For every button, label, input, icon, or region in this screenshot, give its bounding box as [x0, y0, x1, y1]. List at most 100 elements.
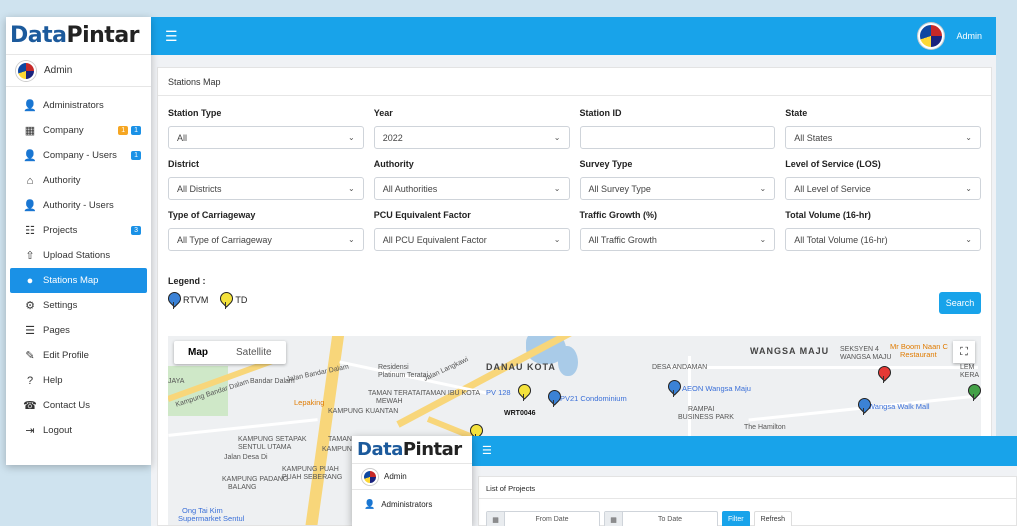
sidebar-item-administrators[interactable]: 👤 Administrators [10, 93, 147, 118]
filter-traffic-growth: Traffic Growth (%) All Traffic Growth ⌄ [579, 210, 776, 251]
map-label: Platinum Teratai [378, 372, 429, 379]
sidebar-user[interactable]: Admin [6, 55, 151, 87]
map-label: MEWAH [376, 398, 403, 405]
map-label: DESA ANDAMAN [652, 364, 708, 371]
map-type-satellite-button[interactable]: Satellite [222, 341, 286, 364]
total-volume-16-hr-select[interactable]: All Total Volume (16-hr) ⌄ [785, 228, 981, 251]
second-sidebar-user[interactable]: Admin [352, 464, 472, 490]
filter-value: All [177, 132, 188, 143]
sidebar-item-stations-map[interactable]: ● Stations Map [10, 268, 147, 293]
filter-value: All PCU Equivalent Factor [382, 234, 487, 245]
avatar [918, 23, 945, 49]
sidebar-item-logout[interactable]: ⇥ Logout [10, 418, 147, 443]
filter-station-type: Station Type All ⌄ [168, 108, 364, 149]
survey-type-select[interactable]: All Survey Type ⌄ [579, 177, 776, 200]
to-date-field[interactable]: ▦ To Date [604, 511, 718, 526]
filter-value: All Traffic Growth [588, 234, 657, 245]
sidebar-item-projects[interactable]: ☷ Projects 3 [10, 218, 147, 243]
users-cog-icon: 👤 [23, 200, 37, 212]
users-cog-icon: 👤 [364, 498, 376, 509]
filter-button[interactable]: Filter [722, 511, 750, 526]
chevron-down-icon: ⌄ [348, 235, 355, 244]
filter-pcu-equivalent-factor: PCU Equivalent Factor All PCU Equivalent … [373, 210, 570, 251]
filter-station-id: Station ID [579, 108, 776, 149]
topbar-user-name: Admin [956, 31, 982, 41]
map-type-map-button[interactable]: Map [174, 341, 222, 364]
map-label: Jalan Desa Di [224, 454, 268, 461]
search-button[interactable]: Search [939, 292, 981, 314]
brand-part-data: Data [357, 439, 403, 460]
map-label: AEON Wangsa Maju [682, 384, 751, 393]
brand-part-pintar: Pintar [66, 23, 140, 48]
chevron-down-icon: ⌄ [759, 184, 767, 193]
landmark-icon: ⌂ [26, 174, 34, 187]
sidebar-item-label: Contact Us [43, 400, 90, 411]
fullscreen-icon[interactable]: ⛶ [953, 341, 975, 363]
sidebar-item-label: Administrators [43, 100, 104, 111]
second-sidebar-item-administrators[interactable]: 👤 Administrators [352, 490, 472, 518]
sidebar-item-upload-stations[interactable]: ⇧ Upload Stations [10, 243, 147, 268]
avatar [16, 60, 36, 81]
filter-year: Year 2022 ⌄ [373, 108, 570, 149]
place-marker [548, 390, 559, 407]
filter-survey-type: Survey Type All Survey Type ⌄ [579, 159, 776, 200]
sidebar-item-authority[interactable]: ⌂ Authority [10, 168, 147, 193]
filter-label: State [785, 108, 808, 118]
map-label: LEM [960, 364, 975, 371]
filter-label: Traffic Growth (%) [579, 210, 658, 220]
district-select[interactable]: All Districts ⌄ [168, 177, 364, 200]
sidebar-item-contact-us[interactable]: ☎ Contact Us [10, 393, 147, 418]
map-road [303, 336, 345, 525]
filter-value: 2022 [382, 132, 403, 143]
sidebar-item-edit-profile[interactable]: ✎ Edit Profile [10, 343, 147, 368]
map-label: Wangsa Walk Mall [868, 402, 930, 411]
station-type-select[interactable]: All ⌄ [168, 126, 364, 149]
sidebar-item-company[interactable]: ▦ Company 1 1 [10, 118, 147, 143]
map-water [558, 346, 578, 376]
chevron-down-icon: ⌄ [348, 184, 355, 193]
second-brand-logo[interactable]: Data Pintar [352, 436, 472, 464]
from-date-field[interactable]: ▦ From Date [486, 511, 600, 526]
year-select[interactable]: 2022 ⌄ [373, 126, 570, 149]
map-label: Bandar Dalam [250, 378, 295, 385]
hamburger-icon[interactable]: ☰ [165, 28, 178, 45]
phone-icon: ☎ [23, 400, 37, 412]
chevron-down-icon: ⌄ [965, 133, 972, 142]
second-page-title: List of Projects [479, 477, 1016, 499]
sidebar-item-help[interactable]: ? Help [10, 368, 147, 393]
type-of-carriageway-select[interactable]: All Type of Carriageway ⌄ [168, 228, 364, 251]
to-date-placeholder: To Date [657, 516, 683, 523]
filter-authority: Authority All Authorities ⌄ [373, 159, 570, 200]
chevron-down-icon: ⌄ [553, 235, 561, 244]
traffic-growth-select[interactable]: All Traffic Growth ⌄ [579, 228, 776, 251]
user-icon: 👤 [23, 150, 37, 162]
sidebar-item-settings[interactable]: ⚙ Settings [10, 293, 147, 318]
refresh-button[interactable]: Refresh [753, 511, 793, 526]
station-id-input[interactable] [579, 126, 776, 149]
brand-logo[interactable]: Data Pintar [6, 17, 151, 55]
place-marker [968, 384, 979, 401]
hamburger-icon[interactable]: ☰ [482, 444, 492, 457]
sidebar-menu: 👤 Administrators ▦ Company 1 1 👤 Company - User… [6, 87, 151, 443]
map-label: Restaurant [900, 350, 937, 359]
station-marker-td[interactable] [518, 384, 529, 401]
filter-label: Authority [373, 159, 414, 169]
map-label: PUAH SEBERANG [282, 474, 343, 481]
station-marker-label: WRT0046 [504, 410, 536, 417]
second-content: List of Projects ▦ From Date ▦ To Date F… [472, 466, 1017, 526]
chevron-down-icon: ⌄ [348, 133, 355, 142]
sidebar-item-company-users[interactable]: 👤 Company - Users 1 [10, 143, 147, 168]
pcu-equivalent-factor-select[interactable]: All PCU Equivalent Factor ⌄ [373, 228, 570, 251]
level-of-service-los-select[interactable]: All Level of Service ⌄ [785, 177, 981, 200]
map-label: KAMPUNG KUANTAN [328, 408, 399, 415]
sidebar-item-label: Authority - Users [43, 200, 114, 211]
map-label: BALANG [228, 484, 257, 491]
second-sidebar-user-name: Admin [384, 472, 407, 481]
authority-select[interactable]: All Authorities ⌄ [373, 177, 570, 200]
users-cog-icon: 👤 [23, 100, 37, 112]
state-select[interactable]: All States ⌄ [785, 126, 981, 149]
sidebar-item-authority-users[interactable]: 👤 Authority - Users [10, 193, 147, 218]
topbar-user-menu[interactable]: Admin [918, 23, 982, 49]
sidebar-item-pages[interactable]: ☰ Pages [10, 318, 147, 343]
calendar-icon: ▦ [487, 512, 505, 526]
